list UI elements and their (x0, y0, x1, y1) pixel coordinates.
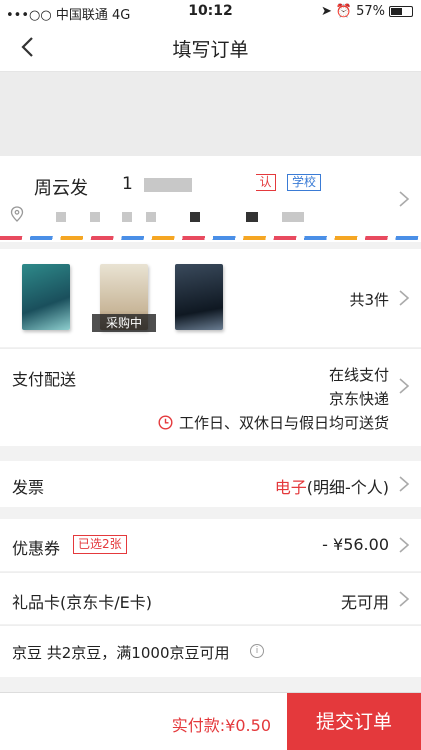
clock-icon (158, 415, 173, 430)
alarm-icon: ⏰ (335, 4, 353, 19)
battery-fill (391, 8, 403, 15)
goods-list[interactable]: 采购中 共3件 (0, 249, 421, 347)
submit-order-button[interactable]: 提交订单 (287, 693, 421, 750)
address-redacted (122, 212, 132, 222)
total-label: 实付款: (171, 716, 226, 735)
coupon-row[interactable]: 优惠券 已选2张 - ¥56.00 (0, 519, 421, 571)
delivery-time: 工作日、双休日与假日均可送货 (158, 412, 389, 433)
invoice-row[interactable]: 发票 电子(明细-个人) (0, 461, 421, 507)
giftcard-label: 礼品卡(京东卡/E卡) (12, 593, 152, 612)
battery-percent: 57% (356, 4, 385, 19)
top-spacer (0, 72, 421, 156)
address-redacted (56, 212, 66, 222)
invoice-value: 电子(明细-个人) (275, 474, 389, 498)
info-icon[interactable]: i (250, 644, 264, 658)
school-tag: 学校 (287, 174, 322, 191)
shipping-method: 京东快递 (328, 390, 389, 408)
total-value: ¥0.50 (225, 716, 271, 735)
chevron-right-icon (399, 476, 410, 492)
recipient-phone: 1 (122, 174, 133, 194)
coupon-label: 优惠券 (12, 539, 61, 558)
status-icons: ➤ ⏰ 57% (321, 4, 413, 19)
product-thumbnail (175, 264, 223, 330)
address-redacted (190, 212, 200, 222)
page-title: 填写订单 (172, 39, 249, 61)
address-redacted (90, 212, 100, 222)
address-stripe-divider (0, 236, 421, 240)
checkout-bar: 实付款:¥0.50 提交订单 (0, 692, 421, 750)
coupon-discount: - ¥56.00 (322, 535, 389, 554)
invoice-detail: (明细-个人) (306, 478, 389, 497)
payment-delivery-row[interactable]: 支付配送 在线支付 京东快递 工作日、双休日与假日均可送货 (0, 348, 421, 446)
battery-icon (389, 6, 413, 17)
coupon-selected-tag: 已选2张 (73, 535, 127, 554)
delivery-time-text: 工作日、双休日与假日均可送货 (178, 414, 389, 432)
address-redacted (246, 212, 258, 222)
jd-beans-row: 京豆 共2京豆，满1000京豆可用 i (0, 625, 421, 677)
chevron-right-icon (399, 290, 410, 306)
address-redacted (282, 212, 304, 222)
status-bar: •••○○ 中国联通 4G 10:12 ➤ ⏰ 57% (0, 0, 421, 24)
nav-bar: 填写订单 (0, 24, 421, 72)
location-pin-icon (10, 206, 24, 222)
recipient-name: 周云发 (34, 178, 88, 199)
product-thumbnail (22, 264, 70, 330)
address-redacted (146, 212, 156, 222)
total-amount: 实付款:¥0.50 (172, 712, 271, 736)
default-tag: 认 (256, 174, 276, 191)
chevron-right-icon (399, 378, 410, 394)
payment-delivery-label: 支付配送 (12, 370, 77, 389)
giftcard-row[interactable]: 礼品卡(京东卡/E卡) 无可用 (0, 572, 421, 624)
invoice-label: 发票 (12, 478, 45, 497)
purchasing-badge: 采购中 (92, 314, 156, 332)
location-arrow-icon: ➤ (321, 4, 332, 19)
phone-redacted (144, 178, 192, 192)
address-card[interactable]: 周云发 1 认 学校 (0, 156, 421, 242)
payment-method: 在线支付 (328, 366, 389, 384)
chevron-right-icon (399, 591, 410, 607)
chevron-right-icon (399, 537, 410, 553)
goods-count: 共3件 (349, 291, 389, 309)
jd-beans-text: 京豆 共2京豆，满1000京豆可用 (12, 644, 230, 662)
giftcard-value: 无可用 (340, 593, 389, 612)
invoice-type: 电子 (274, 478, 307, 497)
chevron-right-icon (399, 191, 410, 207)
